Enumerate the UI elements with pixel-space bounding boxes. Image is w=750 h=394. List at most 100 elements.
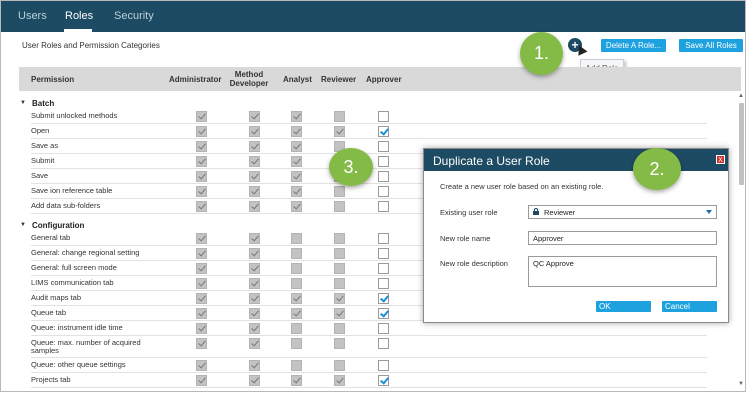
permission-label: General: full screen mode <box>31 263 117 272</box>
approver-checkbox[interactable] <box>378 278 389 289</box>
reviewer-checkbox <box>334 233 345 244</box>
dev-checkbox <box>249 233 260 244</box>
vertical-scrollbar[interactable]: ▲ ▼ <box>738 93 745 391</box>
permission-label: Submit <box>31 156 55 165</box>
role-name-input[interactable]: Approver <box>528 231 717 245</box>
approver-checkbox[interactable] <box>378 111 389 122</box>
col-analyst: Analyst <box>283 75 312 84</box>
permission-label: Open <box>31 126 50 135</box>
group-collapse-icon[interactable]: ▼ <box>20 222 26 228</box>
permission-label: LIMS communication tab <box>31 278 114 287</box>
analyst-checkbox <box>291 375 302 386</box>
admin-checkbox <box>196 201 207 212</box>
analyst-checkbox <box>291 263 302 274</box>
approver-checkbox[interactable] <box>378 375 389 386</box>
tab-security[interactable]: Security <box>114 10 154 22</box>
group-header[interactable]: Configuration <box>32 221 84 230</box>
approver-checkbox[interactable] <box>378 360 389 371</box>
permission-row: Queue: instrument idle time <box>31 321 707 336</box>
dev-checkbox <box>249 186 260 197</box>
scroll-up-icon[interactable]: ▲ <box>738 93 744 99</box>
admin-checkbox <box>196 360 207 371</box>
existing-role-label: Existing user role <box>440 208 498 217</box>
roles-window: Users Roles Security User Roles and Perm… <box>0 0 746 392</box>
permission-label: Save <box>31 171 49 180</box>
group-header[interactable]: Batch <box>32 99 54 108</box>
reviewer-checkbox <box>334 186 345 197</box>
dev-checkbox <box>249 278 260 289</box>
permission-row: Submit unlocked methods <box>31 109 707 124</box>
col-reviewer: Reviewer <box>321 75 357 84</box>
permission-label: Audit maps tab <box>31 293 82 302</box>
analyst-checkbox <box>291 111 302 122</box>
permission-row: Open <box>31 124 707 139</box>
analyst-checkbox <box>291 186 302 197</box>
reviewer-checkbox <box>334 293 345 304</box>
approver-checkbox[interactable] <box>378 186 389 197</box>
group-collapse-icon[interactable]: ▼ <box>20 100 26 106</box>
reviewer-checkbox <box>334 278 345 289</box>
dev-checkbox <box>249 126 260 137</box>
scroll-thumb[interactable] <box>739 103 744 185</box>
admin-checkbox <box>196 248 207 259</box>
dev-checkbox <box>249 248 260 259</box>
permission-label: Submit unlocked methods <box>31 111 118 120</box>
permission-row: Queue: max. number of acquired samples <box>31 336 707 358</box>
dev-checkbox <box>249 293 260 304</box>
approver-checkbox[interactable] <box>378 126 389 137</box>
dev-checkbox <box>249 308 260 319</box>
admin-checkbox <box>196 141 207 152</box>
approver-checkbox[interactable] <box>378 156 389 167</box>
approver-checkbox[interactable] <box>378 171 389 182</box>
admin-checkbox <box>196 111 207 122</box>
reviewer-checkbox <box>334 248 345 259</box>
role-name-label: New role name <box>440 234 491 243</box>
dev-checkbox <box>249 263 260 274</box>
dialog-close-button[interactable]: X <box>716 155 725 164</box>
page-title: User Roles and Permission Categories <box>22 41 160 50</box>
analyst-checkbox <box>291 338 302 349</box>
dev-checkbox <box>249 111 260 122</box>
admin-checkbox <box>196 233 207 244</box>
analyst-checkbox <box>291 171 302 182</box>
ok-button[interactable]: OK <box>596 301 651 312</box>
analyst-checkbox <box>291 360 302 371</box>
permission-row: Projects tab <box>31 373 707 388</box>
permission-label: General tab <box>31 233 71 242</box>
approver-checkbox[interactable] <box>378 323 389 334</box>
analyst-checkbox <box>291 323 302 334</box>
approver-checkbox[interactable] <box>378 248 389 259</box>
permission-label: Queue: max. number of acquired samples <box>31 338 141 355</box>
dev-checkbox <box>249 141 260 152</box>
callout-3: 3. <box>329 148 373 186</box>
reviewer-checkbox <box>334 111 345 122</box>
approver-checkbox[interactable] <box>378 141 389 152</box>
role-description-input[interactable]: QC Approve <box>528 256 717 287</box>
approver-checkbox[interactable] <box>378 338 389 349</box>
approver-checkbox[interactable] <box>378 201 389 212</box>
dev-checkbox <box>249 375 260 386</box>
analyst-checkbox <box>291 233 302 244</box>
tab-roles[interactable]: Roles <box>65 10 93 22</box>
approver-checkbox[interactable] <box>378 308 389 319</box>
approver-checkbox[interactable] <box>378 293 389 304</box>
analyst-checkbox <box>291 308 302 319</box>
existing-role-select[interactable]: Reviewer <box>528 205 717 219</box>
dev-checkbox <box>249 338 260 349</box>
approver-checkbox[interactable] <box>378 263 389 274</box>
dialog-description: Create a new user role based on an exist… <box>440 182 604 191</box>
save-all-roles-button[interactable]: Save All Roles <box>679 39 743 52</box>
existing-role-value: Reviewer <box>544 208 576 217</box>
cancel-button[interactable]: Cancel <box>662 301 717 312</box>
approver-checkbox[interactable] <box>378 233 389 244</box>
reviewer-checkbox <box>334 360 345 371</box>
col-permission: Permission <box>31 75 75 84</box>
delete-role-button[interactable]: Delete A Role... <box>601 39 666 52</box>
permission-label: Save ion reference table <box>31 186 113 195</box>
callout-1: 1. <box>520 32 563 75</box>
col-method-developer: Method Developer <box>229 70 269 88</box>
scroll-down-icon[interactable]: ▼ <box>738 381 744 387</box>
col-approver: Approver <box>366 75 402 84</box>
tab-users[interactable]: Users <box>18 10 47 22</box>
dev-checkbox <box>249 323 260 334</box>
